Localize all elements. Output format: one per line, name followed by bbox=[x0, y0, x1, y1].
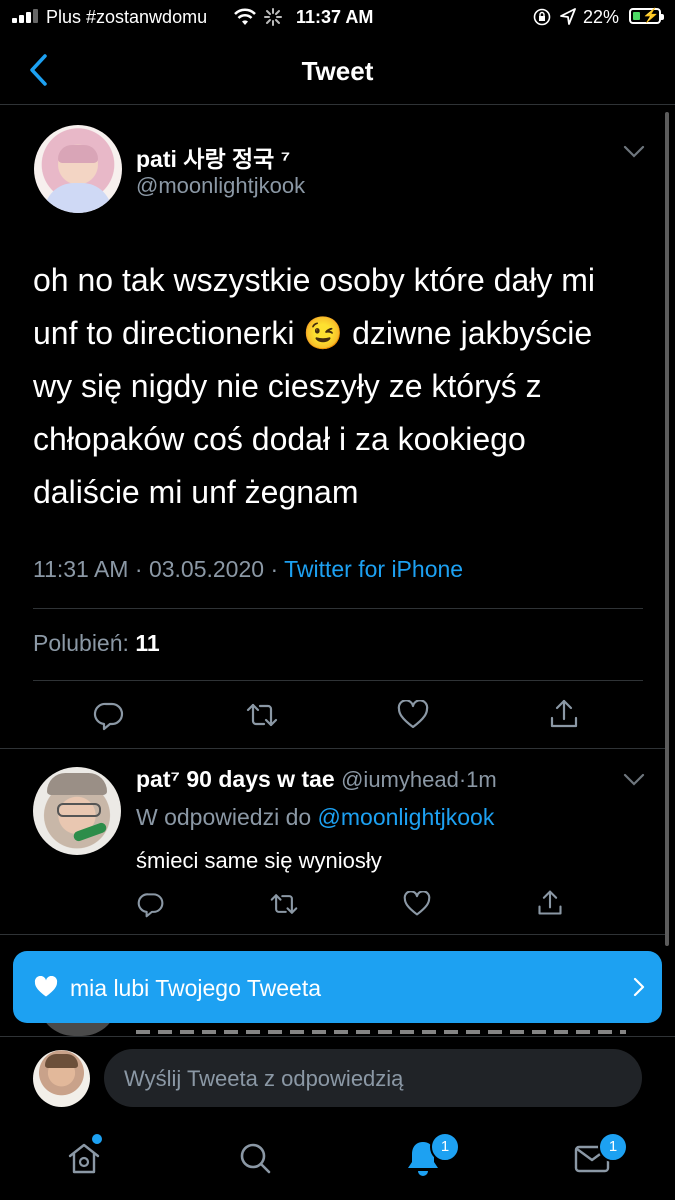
chevron-right-icon bbox=[633, 977, 645, 997]
divider bbox=[0, 1036, 675, 1037]
share-icon[interactable] bbox=[536, 889, 564, 917]
heart-icon bbox=[34, 976, 58, 997]
reply-age: 1m bbox=[466, 767, 497, 792]
battery-icon: ⚡ bbox=[629, 7, 664, 24]
reply-handle[interactable]: @iumyhead bbox=[341, 767, 459, 792]
meta-separator: · bbox=[128, 556, 149, 582]
likes-label: Polubień: bbox=[33, 630, 129, 656]
likes-count[interactable]: Polubień: 11 bbox=[33, 630, 160, 657]
reply-avatar[interactable] bbox=[33, 767, 121, 855]
signal-icon bbox=[12, 9, 42, 23]
author-display-name[interactable]: pati 사랑 정국 ⁷ bbox=[136, 140, 290, 174]
likes-number: 11 bbox=[135, 630, 160, 656]
reply-icon[interactable] bbox=[93, 699, 125, 731]
author-avatar[interactable] bbox=[34, 125, 122, 213]
retweet-icon[interactable] bbox=[269, 890, 299, 918]
search-icon[interactable] bbox=[237, 1140, 273, 1176]
retweet-icon[interactable] bbox=[245, 699, 279, 731]
reply-display-name[interactable]: pat⁷ 90 days w tae bbox=[136, 766, 335, 792]
chevron-down-icon[interactable] bbox=[623, 145, 645, 159]
scrollbar[interactable] bbox=[665, 112, 669, 946]
in-reply-mention[interactable]: @moonlightjkook bbox=[318, 804, 495, 830]
tab-bar: 1 1 bbox=[0, 1126, 675, 1200]
divider bbox=[33, 608, 643, 609]
author-handle[interactable]: @moonlightjkook bbox=[136, 173, 305, 199]
chevron-down-icon[interactable] bbox=[623, 773, 645, 787]
notifications-badge: 1 bbox=[430, 1132, 460, 1162]
tweet-time: 11:31 AM bbox=[33, 556, 129, 582]
orientation-lock-icon bbox=[533, 8, 551, 26]
divider bbox=[0, 748, 665, 749]
tweet-source-link[interactable]: Twitter for iPhone bbox=[284, 556, 463, 582]
share-icon[interactable] bbox=[548, 698, 580, 730]
reply-text: śmieci same się wyniosły bbox=[136, 848, 382, 873]
reply-header: pat⁷ 90 days w tae @iumyhead·1m bbox=[136, 766, 497, 793]
meta-separator: · bbox=[264, 556, 285, 582]
like-icon[interactable] bbox=[403, 891, 431, 917]
like-notification-toast[interactable]: mia lubi Twojego Tweeta bbox=[13, 951, 662, 1023]
toast-text: mia lubi Twojego Tweeta bbox=[70, 975, 322, 1001]
my-avatar[interactable] bbox=[33, 1050, 90, 1107]
header: Tweet bbox=[0, 36, 675, 105]
carrier-name: Plus #zostanwdomu bbox=[46, 7, 208, 27]
divider bbox=[33, 680, 643, 681]
page-title: Tweet bbox=[301, 56, 374, 86]
tweet-date: 03.05.2020 bbox=[148, 556, 265, 582]
battery-percent: 22% bbox=[583, 7, 620, 27]
compose-placeholder: Wyślij Tweeta z odpowiedzią bbox=[124, 1066, 404, 1091]
home-icon[interactable] bbox=[66, 1140, 102, 1176]
reply-icon[interactable] bbox=[137, 890, 165, 918]
reply-compose-input[interactable]: Wyślij Tweeta z odpowiedzią bbox=[104, 1049, 642, 1107]
divider bbox=[0, 934, 665, 935]
next-reply-text-fragment bbox=[136, 1030, 626, 1034]
wifi-icon bbox=[234, 8, 256, 25]
like-icon[interactable] bbox=[397, 700, 429, 730]
messages-badge: 1 bbox=[598, 1132, 628, 1162]
tweet-meta: 11:31 AM · 03.05.2020 · Twitter for iPho… bbox=[33, 556, 463, 583]
in-reply-to: W odpowiedzi do @moonlightjkook bbox=[136, 804, 494, 831]
status-bar: Plus #zostanwdomu 11:37 AM 22% ⚡ bbox=[0, 0, 675, 36]
tweet-text: oh no tak wszystkie osoby które dały mi … bbox=[33, 262, 596, 510]
activity-icon bbox=[264, 8, 282, 26]
in-reply-label: W odpowiedzi do bbox=[136, 804, 312, 830]
status-time: 11:37 AM bbox=[296, 7, 374, 27]
home-unread-dot bbox=[92, 1134, 102, 1144]
location-icon bbox=[560, 8, 576, 25]
